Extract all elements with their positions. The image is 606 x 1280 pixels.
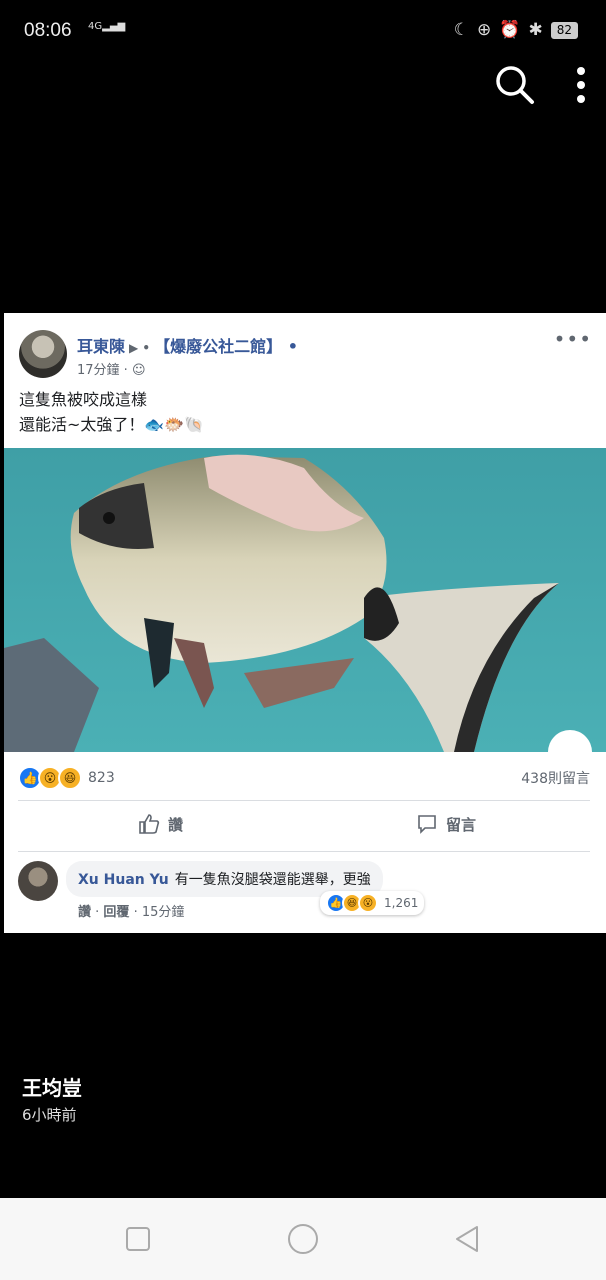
- comment-meta: 讚 · 回覆 · 15分鐘: [78, 905, 185, 920]
- fish-emoji-icon: 🐟🐡🐚: [144, 415, 205, 434]
- comment-button[interactable]: 留言: [416, 813, 476, 835]
- post-time-text: 17分鐘: [77, 363, 120, 378]
- signal-icon: 4G▂▄▆: [88, 21, 126, 32]
- author-name[interactable]: 耳東陳: [77, 337, 125, 356]
- post-card: 耳東陳 ▶ • 【爆廢公社二館】 • 17分鐘 · ☺ ••• 這隻魚被咬成這樣 還…: [4, 313, 606, 933]
- alarm-icon: ⏰: [499, 20, 521, 40]
- lock-icon: ⊕: [477, 20, 492, 40]
- post-more-icon[interactable]: •••: [554, 327, 592, 351]
- battery-icon: 82: [550, 21, 578, 39]
- comment-reactions[interactable]: 👍 😆 😮 1,261: [320, 891, 425, 915]
- commenter-name[interactable]: Xu Huan Yu: [78, 872, 169, 888]
- comment-icon: [418, 815, 436, 834]
- moon-icon: ☾: [453, 20, 470, 40]
- status-time: 08:06: [24, 20, 72, 41]
- group-name[interactable]: 【爆廢公社二館】: [154, 337, 282, 356]
- status-icons: ☾ ⊕ ⏰ ✱ 82: [454, 20, 578, 40]
- back-icon[interactable]: [450, 1222, 484, 1256]
- story-actions: [494, 64, 586, 106]
- network-type: 4G: [88, 21, 103, 32]
- post-time: 17分鐘 · ☺: [77, 363, 146, 378]
- like-label: 讚: [168, 815, 184, 834]
- status-bar: 08:06 4G▂▄▆ ☾ ⊕ ⏰ ✱ 82: [0, 0, 606, 62]
- like-button[interactable]: 讚: [138, 813, 183, 835]
- reaction-count: 823: [88, 770, 115, 786]
- post-header: 耳東陳 ▶ • 【爆廢公社二館】 •: [77, 333, 298, 357]
- author-avatar[interactable]: [19, 330, 67, 378]
- commenter-avatar[interactable]: [18, 861, 58, 901]
- story-username[interactable]: 王均豈: [22, 1072, 82, 1101]
- reaction-summary[interactable]: 👍 😮 😆 823: [18, 766, 115, 790]
- thumbs-up-icon: [139, 814, 160, 834]
- privacy-icon: ☺: [131, 363, 146, 378]
- caret-right-icon: ▶ •: [129, 341, 151, 355]
- post-text-line-2: 還能活~太強了！🐟🐡🐚: [19, 412, 204, 437]
- post-text-line: 這隻魚被咬成這樣: [19, 390, 148, 409]
- post-text: 這隻魚被咬成這樣 還能活~太強了！🐟🐡🐚: [19, 387, 204, 437]
- comment-reply-link[interactable]: 回覆: [103, 905, 129, 920]
- story-time: 6小時前: [22, 1106, 77, 1124]
- post-text-line: 還能活~太強了！: [19, 415, 145, 434]
- search-icon[interactable]: [494, 64, 536, 106]
- comment-count[interactable]: 438則留言: [521, 768, 590, 788]
- divider: [18, 800, 590, 801]
- group-dot-icon: •: [287, 337, 298, 356]
- wow-reaction-icon: 😮: [358, 893, 378, 913]
- comment-text: 有一隻魚沒腿袋還能選舉，更強: [174, 872, 371, 888]
- bluetooth-icon: ✱: [528, 20, 543, 40]
- divider: [18, 851, 590, 852]
- recent-apps-icon[interactable]: [121, 1222, 155, 1256]
- comment-time: 15分鐘: [141, 905, 185, 920]
- haha-reaction-icon: 😆: [58, 766, 82, 790]
- post-photo[interactable]: [4, 448, 606, 752]
- comment-label: 留言: [446, 815, 477, 834]
- home-icon[interactable]: [286, 1222, 320, 1256]
- comment-like-link[interactable]: 讚: [78, 905, 91, 920]
- comment-reaction-count: 1,261: [384, 896, 419, 910]
- navigation-bar: [0, 1198, 606, 1280]
- more-options-icon[interactable]: [576, 66, 586, 104]
